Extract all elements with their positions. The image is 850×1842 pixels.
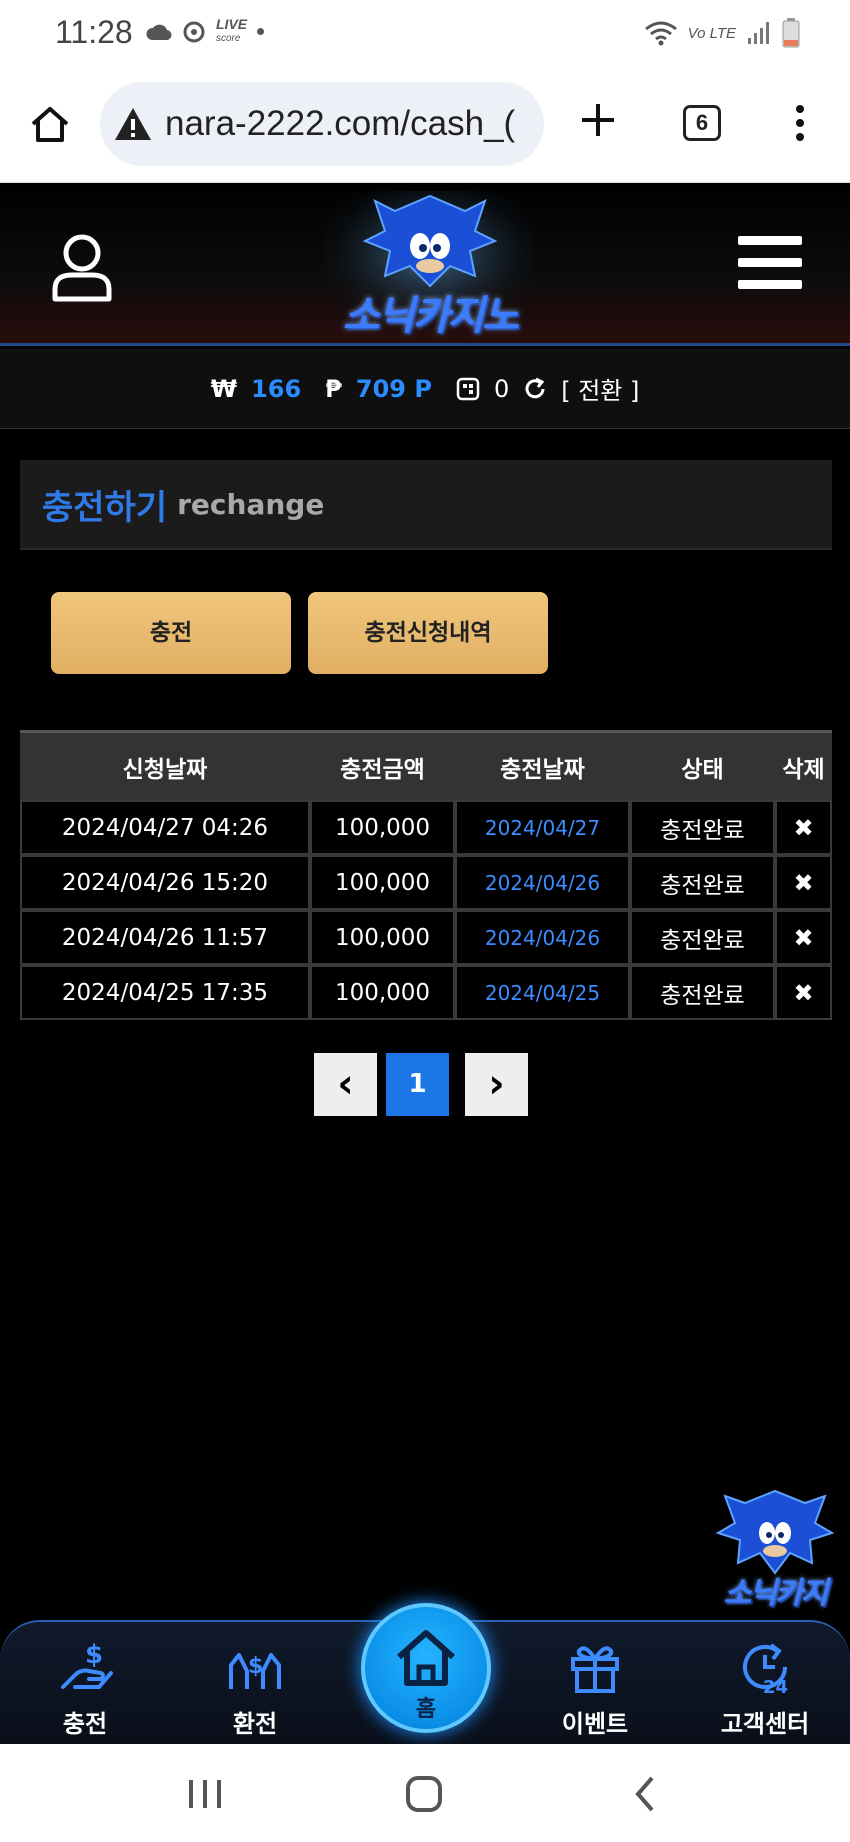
amount-cell: 100,000 — [310, 855, 455, 910]
cloud-icon — [146, 24, 172, 40]
charge-hand-coin-icon: $ — [61, 1640, 113, 1689]
browser-home-icon[interactable] — [25, 100, 75, 150]
support-24h-icon: 24 — [743, 1643, 788, 1697]
network-label: Vo LTE — [687, 24, 736, 42]
svg-text:24: 24 — [763, 1677, 788, 1697]
col-request-date: 신청날짜 — [20, 730, 310, 800]
col-amount: 충전금액 — [310, 730, 455, 800]
col-delete: 삭제 — [775, 730, 832, 800]
hamburger-menu-icon[interactable] — [738, 236, 802, 292]
floating-logo-text: 소닉카지 — [723, 1576, 828, 1611]
battery-icon — [782, 18, 800, 48]
nav-exchange[interactable]: $ 환전 — [185, 1622, 325, 1746]
table-row: 2024/04/26 15:20 100,000 2024/04/26 충전완료… — [20, 855, 832, 910]
table-row: 2024/04/27 04:26 100,000 2024/04/27 충전완료… — [20, 800, 832, 855]
col-charge-date: 충전날짜 — [455, 730, 630, 800]
status-cell: 충전완료 — [630, 910, 775, 965]
svg-text:$: $ — [248, 1654, 263, 1679]
nav-event-label: 이벤트 — [561, 1710, 629, 1738]
nav-home[interactable]: 홈 — [361, 1603, 491, 1733]
delete-icon[interactable]: ✖ — [775, 855, 832, 910]
exchange-hands-coin-icon: $ — [229, 1653, 281, 1689]
chip-balance: 0 — [493, 374, 510, 403]
url-text[interactable]: nara-2222.com/cash_( — [165, 104, 530, 144]
section-title: 충전하기 rechange — [20, 460, 832, 550]
status-left-icons: LIVE score — [146, 16, 265, 45]
refresh-icon[interactable] — [523, 377, 547, 401]
nav-support[interactable]: 24 고객센터 — [695, 1622, 835, 1746]
table-row: 2024/04/25 17:35 100,000 2024/04/25 충전완료… — [20, 965, 832, 1020]
page-1-button[interactable]: 1 — [386, 1053, 449, 1116]
live-score-icon: LIVE score — [216, 16, 248, 45]
home-icon — [397, 1630, 455, 1686]
chip-icon — [456, 377, 480, 400]
nav-home-label: 홈 — [415, 1697, 437, 1722]
recent-apps-icon[interactable] — [185, 1776, 225, 1812]
user-icon[interactable] — [50, 233, 114, 303]
next-page-button[interactable]: › — [465, 1053, 528, 1116]
request-date-cell: 2024/04/26 11:57 — [20, 910, 310, 965]
page-subtitle: rechange — [177, 487, 325, 521]
amount-cell: 100,000 — [310, 910, 455, 965]
charge-date-cell: 2024/04/25 — [455, 965, 630, 1020]
gift-icon — [571, 1646, 619, 1693]
svg-text:$: $ — [85, 1640, 103, 1670]
amount-cell: 100,000 — [310, 965, 455, 1020]
prev-page-button[interactable]: ‹ — [314, 1053, 377, 1116]
request-date-cell: 2024/04/27 04:26 — [20, 800, 310, 855]
nav-charge[interactable]: $ 충전 — [15, 1622, 155, 1746]
status-time: 11:28 — [55, 14, 133, 50]
android-home-icon[interactable] — [404, 1774, 444, 1814]
site-header: 소닉카지노 — [0, 183, 850, 346]
balance-bar: ₩ 166 ₱ 709 P 0 [ 전환 ] — [0, 349, 850, 429]
amount-cell: 100,000 — [310, 800, 455, 855]
not-secure-warning-icon[interactable] — [113, 106, 153, 142]
status-right-icons: Vo LTE — [644, 18, 800, 48]
new-tab-icon[interactable] — [578, 100, 618, 140]
status-cell: 충전완료 — [630, 965, 775, 1020]
tab-switcher-button[interactable]: 6 — [683, 105, 721, 141]
delete-icon[interactable]: ✖ — [775, 965, 832, 1020]
wifi-icon — [644, 21, 677, 46]
table-row: 2024/04/26 11:57 100,000 2024/04/26 충전완료… — [20, 910, 832, 965]
sync-icon — [183, 21, 205, 42]
live-label: LIVE — [216, 16, 248, 32]
won-icon: ₩ — [210, 374, 238, 403]
col-status: 상태 — [630, 730, 775, 800]
charge-date-cell: 2024/04/26 — [455, 910, 630, 965]
charge-history-table: 신청날짜 충전금액 충전날짜 상태 삭제 2024/04/27 04:26 10… — [20, 730, 832, 1020]
notification-dot-icon — [257, 28, 265, 35]
status-cell: 충전완료 — [630, 800, 775, 855]
convert-link[interactable]: [ 전환 ] — [561, 371, 639, 406]
table-header-row: 신청날짜 충전금액 충전날짜 상태 삭제 — [20, 730, 832, 800]
delete-icon[interactable]: ✖ — [775, 910, 832, 965]
page-title: 충전하기 — [42, 487, 168, 528]
floating-logo-button[interactable]: 소닉카지 — [710, 1488, 840, 1611]
site-logo-text[interactable]: 소닉카지노 — [330, 283, 530, 341]
request-date-cell: 2024/04/26 15:20 — [20, 855, 310, 910]
live-sub-label: score — [216, 33, 241, 44]
signal-icon — [748, 22, 769, 44]
status-bar: 11:28 LIVE score Vo LTE — [0, 0, 850, 70]
nav-event[interactable]: 이벤트 — [525, 1622, 665, 1746]
charge-date-cell: 2024/04/27 — [455, 800, 630, 855]
charge-date-cell: 2024/04/26 — [455, 855, 630, 910]
delete-icon[interactable]: ✖ — [775, 800, 832, 855]
nav-exchange-label: 환전 — [232, 1710, 278, 1738]
nav-charge-label: 충전 — [62, 1710, 108, 1738]
charge-button[interactable]: 충전 — [51, 592, 291, 674]
more-menu-icon[interactable] — [792, 103, 808, 143]
nav-support-label: 고객센터 — [720, 1710, 810, 1738]
charge-history-button[interactable]: 충전신청내역 — [308, 592, 548, 674]
back-icon[interactable] — [630, 1774, 660, 1814]
android-nav-bar — [0, 1744, 850, 1842]
won-balance: 166 — [251, 374, 302, 403]
request-date-cell: 2024/04/25 17:35 — [20, 965, 310, 1020]
status-cell: 충전완료 — [630, 855, 775, 910]
point-balance: 709 P — [355, 374, 432, 403]
point-icon: ₱ — [325, 374, 342, 403]
